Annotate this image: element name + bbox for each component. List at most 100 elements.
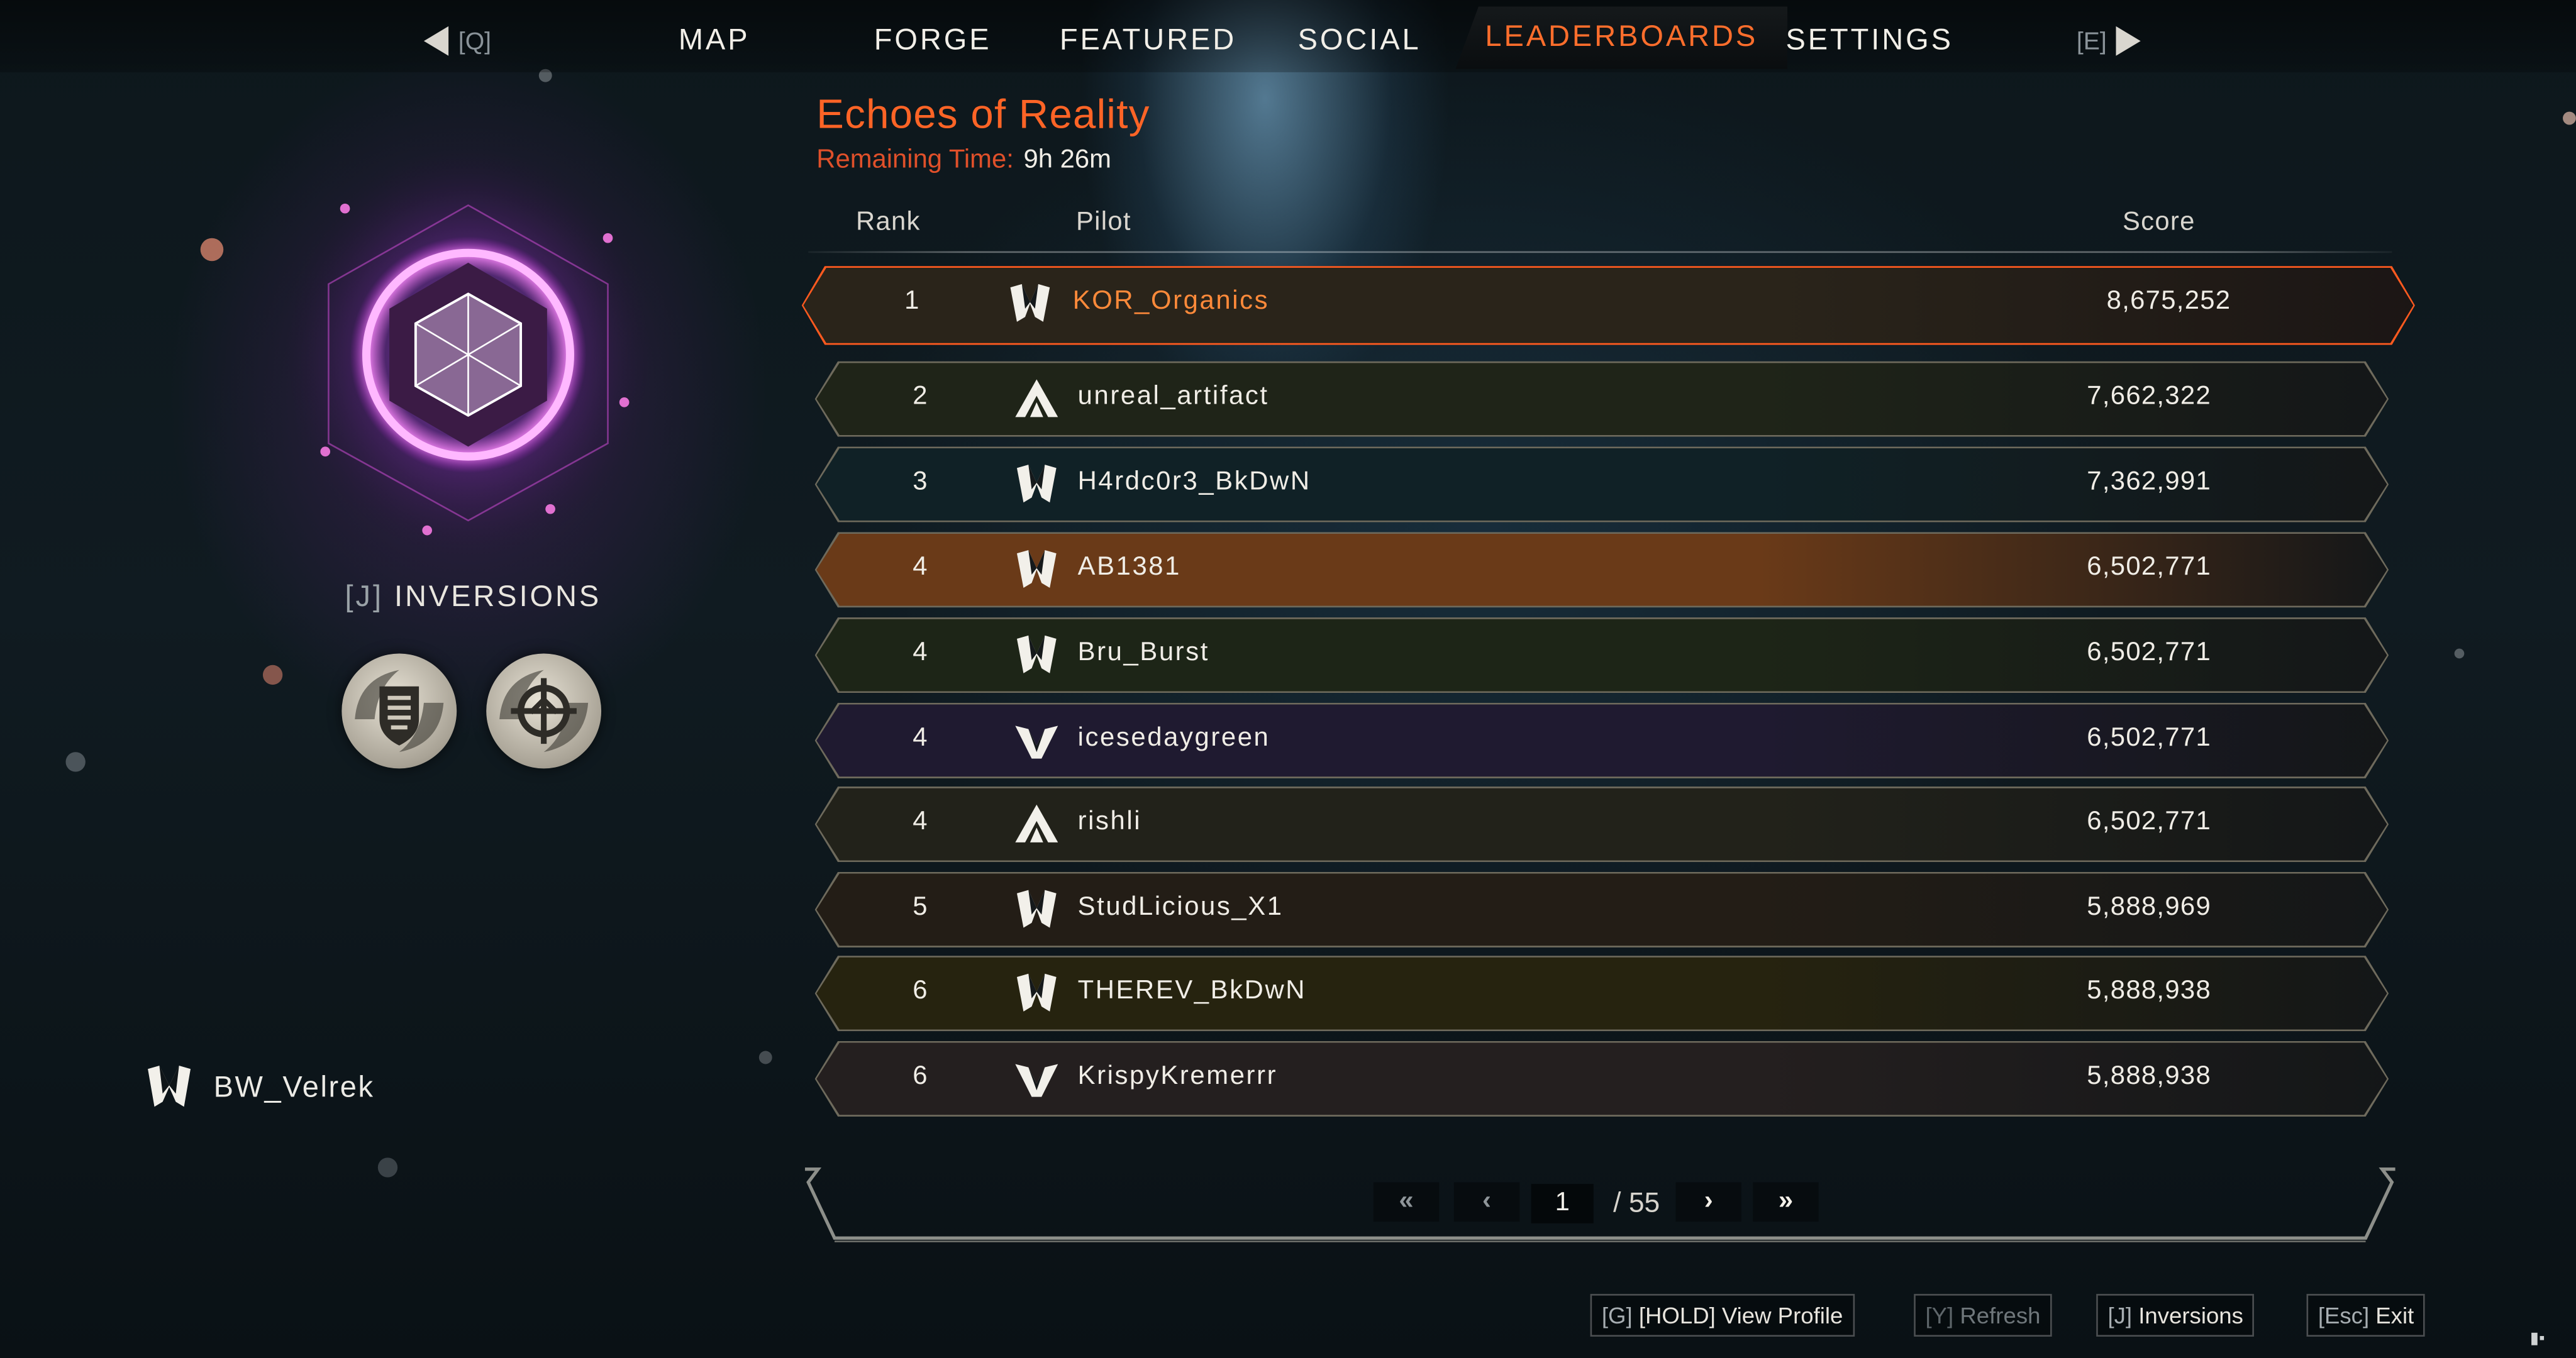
inversions-label[interactable]: [J] INVERSIONS — [345, 580, 602, 614]
row-rank: 5 — [913, 893, 928, 922]
row-score: 5,888,938 — [2087, 977, 2212, 1005]
interceptor-javelin-icon — [1014, 972, 1060, 1015]
ranger-javelin-icon — [1014, 803, 1060, 846]
row-pilot-name: KrispyKremerrr — [1077, 1062, 1278, 1091]
storm-javelin-icon — [1014, 1057, 1060, 1100]
leaderboard-row-highlighted[interactable]: 1 KOR_Organics 8,675,252 — [802, 266, 2415, 345]
exit-key: [Esc] — [2318, 1302, 2370, 1328]
next-tab-key: [E] — [2076, 27, 2107, 55]
row-score: 7,662,322 — [2087, 382, 2212, 411]
next-tab-button[interactable]: [E] — [2077, 19, 2141, 62]
row-rank: 1 — [904, 287, 919, 316]
remaining-time-label: Remaining Time: — [816, 146, 1014, 174]
leaderboard-row[interactable]: 4 rishli 6,502,771 — [815, 787, 2389, 862]
view-profile-hint[interactable]: [G] [HOLD] View Profile — [1590, 1294, 1855, 1337]
particle-dot — [200, 238, 224, 262]
leaderboard-row[interactable]: 6 THEREV_BkDwN 5,888,938 — [815, 956, 2389, 1031]
row-rank: 2 — [913, 382, 928, 411]
row-rank: 3 — [913, 468, 928, 496]
pagination-frame — [799, 1162, 2402, 1248]
remaining-time-value: 9h 26m — [1023, 146, 1111, 174]
interceptor-javelin-icon — [1014, 463, 1060, 506]
prev-tab-button[interactable]: [Q] — [423, 19, 491, 62]
particle-dot — [2563, 111, 2576, 125]
column-rank: Rank — [855, 208, 921, 237]
ranger-javelin-icon — [1014, 378, 1060, 421]
remaining-time: Remaining Time: 9h 26m — [816, 146, 1111, 175]
view-profile-key: [G] — [1601, 1302, 1633, 1328]
particle-dot — [2454, 648, 2465, 659]
leaderboard-row[interactable]: 5 StudLicious_X1 5,888,969 — [815, 872, 2389, 947]
next-page-button[interactable]: › — [1675, 1182, 1741, 1222]
refresh-key: [Y] — [1925, 1302, 1954, 1328]
prev-page-button[interactable]: ‹ — [1453, 1182, 1520, 1222]
row-score: 7,362,991 — [2087, 468, 2212, 496]
leaderboard-row[interactable]: 4 AB1381 6,502,771 — [815, 532, 2389, 607]
refresh-label: Refresh — [1960, 1302, 2041, 1328]
tab-map[interactable]: MAP — [679, 23, 750, 58]
row-score: 6,502,771 — [2087, 638, 2212, 667]
particle-dot — [377, 1157, 398, 1178]
player-tag: BW_Velrek — [145, 1064, 375, 1110]
page-number-input[interactable]: 1 — [1531, 1184, 1594, 1223]
row-rank: 4 — [913, 553, 928, 582]
leaderboard-row[interactable]: 4 Bru_Burst 6,502,771 — [815, 617, 2389, 693]
interceptor-javelin-icon — [148, 1066, 191, 1107]
row-score: 6,502,771 — [2087, 553, 2212, 582]
system-tray-icons: ▮▪ — [2529, 1330, 2545, 1349]
row-pilot-name: KOR_Organics — [1072, 287, 1270, 316]
row-pilot-name: rishli — [1077, 808, 1142, 836]
tab-leaderboards[interactable]: LEADERBOARDS — [1455, 6, 1788, 69]
top-nav-bar — [0, 0, 2576, 72]
last-page-button[interactable]: » — [1753, 1182, 1819, 1222]
row-rank: 4 — [913, 808, 928, 836]
row-score: 5,888,969 — [2087, 893, 2212, 922]
event-title: Echoes of Reality — [816, 92, 1150, 138]
first-page-button[interactable]: « — [1373, 1182, 1440, 1222]
leaderboard-row[interactable]: 2 unreal_artifact 7,662,322 — [815, 362, 2389, 437]
inversions-text: INVERSIONS — [394, 579, 602, 613]
row-pilot-name: icesedaygreen — [1077, 724, 1270, 753]
exit-hint[interactable]: [Esc] Exit — [2306, 1294, 2426, 1337]
leaderboard-row[interactable]: 3 H4rdc0r3_BkDwN 7,362,991 — [815, 446, 2389, 522]
storm-javelin-icon — [1014, 719, 1060, 762]
row-rank: 6 — [913, 977, 928, 1005]
inversions-hint-key: [J] — [2107, 1302, 2133, 1328]
arrow-left-icon — [423, 26, 449, 56]
target-badge-icon — [486, 653, 602, 769]
tab-settings[interactable]: SETTINGS — [1785, 23, 1953, 58]
row-score: 6,502,771 — [2087, 808, 2212, 836]
tab-social[interactable]: SOCIAL — [1298, 23, 1421, 58]
view-profile-label: [HOLD] View Profile — [1638, 1302, 1843, 1328]
leaderboard-screen: [Q] MAP FORGE FEATURED SOCIAL LEADERBOAR… — [0, 0, 2576, 1358]
player-name: BW_Velrek — [213, 1069, 375, 1103]
leaderboard-row[interactable]: 4 icesedaygreen 6,502,771 — [815, 703, 2389, 778]
row-rank: 4 — [913, 638, 928, 667]
tab-featured[interactable]: FEATURED — [1060, 23, 1236, 58]
interceptor-javelin-icon — [1014, 634, 1060, 676]
particle-dot — [758, 1051, 772, 1064]
exit-label: Exit — [2375, 1302, 2414, 1328]
row-rank: 4 — [913, 724, 928, 753]
interceptor-javelin-icon — [1007, 282, 1053, 325]
row-pilot-name: Bru_Burst — [1077, 638, 1209, 667]
inversions-hint-label: Inversions — [2138, 1302, 2243, 1328]
leaderboard-row[interactable]: 6 KrispyKremerrr 5,888,938 — [815, 1041, 2389, 1117]
row-pilot-name: H4rdc0r3_BkDwN — [1077, 468, 1311, 496]
inversions-key: [J] — [345, 579, 384, 613]
inversions-hint[interactable]: [J] Inversions — [2096, 1294, 2255, 1337]
row-score: 6,502,771 — [2087, 724, 2212, 753]
arrow-right-icon — [2116, 26, 2141, 56]
interceptor-javelin-icon — [1014, 888, 1060, 931]
row-pilot-name: StudLicious_X1 — [1077, 893, 1284, 922]
row-score: 5,888,938 — [2087, 1062, 2212, 1091]
row-rank: 6 — [913, 1062, 928, 1091]
shield-badge-icon — [341, 653, 457, 769]
row-pilot-name: AB1381 — [1077, 553, 1182, 582]
header-divider — [808, 251, 2392, 253]
page-total: / 55 — [1613, 1187, 1660, 1218]
refresh-hint[interactable]: [Y] Refresh — [1914, 1294, 2052, 1337]
tab-forge[interactable]: FORGE — [874, 23, 992, 58]
row-pilot-name: unreal_artifact — [1077, 382, 1269, 411]
particle-dot — [65, 752, 86, 772]
